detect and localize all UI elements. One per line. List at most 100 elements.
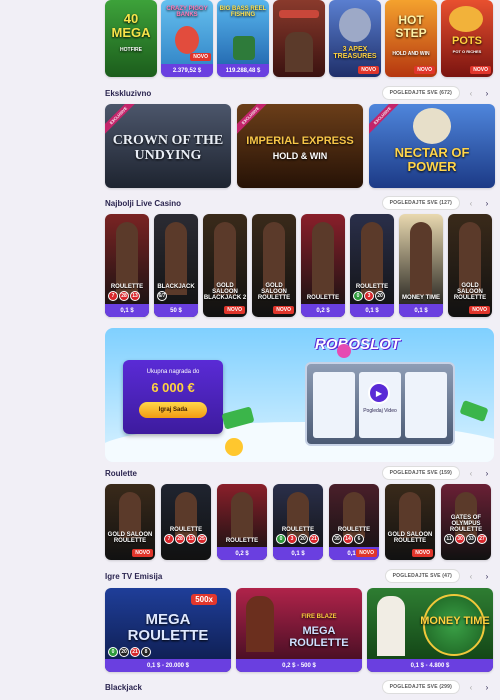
game-tile[interactable] bbox=[273, 0, 325, 77]
result-chip: 14 bbox=[343, 534, 353, 544]
chevron-left-icon[interactable]: ‹ bbox=[466, 683, 476, 692]
chevron-left-icon[interactable]: ‹ bbox=[466, 89, 476, 98]
result-chip: 0 bbox=[353, 291, 363, 301]
result-chip: 20 bbox=[119, 647, 129, 657]
game-label: GOLD SALOON BLACKJACK 2 bbox=[203, 283, 247, 301]
live-game-tile[interactable]: GOLD SALOON ROULETTE NOVO bbox=[105, 484, 155, 560]
section-header-tv: Igre TV Emisija POGLEDAJTE SVE (47) ‹ › bbox=[105, 569, 492, 583]
game-label: ROULETTE bbox=[281, 527, 315, 533]
results-strip: 7 28 13 25 bbox=[164, 534, 207, 544]
chevron-right-icon[interactable]: › bbox=[482, 199, 492, 208]
live-game-tile[interactable]: ROULETTE 0,2 $ bbox=[301, 214, 345, 317]
new-badge: NOVO bbox=[469, 306, 490, 314]
see-all-button[interactable]: POGLEDAJTE SVE (299) bbox=[381, 680, 460, 694]
game-tile[interactable]: 40 MEGA HOTFIRE bbox=[105, 0, 157, 77]
result-chip: 8 bbox=[141, 647, 151, 657]
game-label: GOLD SALOON ROULETTE bbox=[257, 283, 291, 301]
chevron-right-icon[interactable]: › bbox=[482, 683, 492, 692]
game-title: BIG BASS REEL FISHING bbox=[219, 6, 267, 19]
game-subtitle: POT O RICHES bbox=[452, 49, 482, 54]
game-label: BLACKJACK bbox=[157, 284, 195, 290]
game-tile[interactable]: EXCLUSIVE IMPERIAL EXPRESS HOLD & WIN bbox=[237, 104, 363, 188]
live-game-tile[interactable]: ROULETTE 7 28 13 0,1 $ bbox=[105, 214, 149, 317]
live-game-tile[interactable]: ROULETTE 35 14 6 0,1 $ NOVO bbox=[329, 484, 379, 560]
exclusive-ribbon: EXCLUSIVE bbox=[369, 104, 403, 136]
game-tile[interactable]: EXCLUSIVE NECTAR OF POWER bbox=[369, 104, 495, 188]
reel-3 bbox=[405, 372, 447, 438]
play-video-icon[interactable]: ▶ bbox=[368, 382, 390, 404]
new-badge: NOVO bbox=[414, 66, 435, 74]
game-label: GOLD SALOON ROULETTE bbox=[107, 532, 153, 544]
prize-label: Ukupna nagrada do bbox=[146, 369, 200, 375]
live-game-tile[interactable]: GATES OF OLYMPUS ROULETTE 11 30 33 27 bbox=[441, 484, 491, 560]
chevron-right-icon[interactable]: › bbox=[482, 572, 492, 581]
min-bet: 50 $ bbox=[154, 304, 198, 317]
min-bet: 0,1 $ bbox=[350, 304, 394, 317]
game-tile[interactable]: 3 APEX TREASURES NOVO bbox=[329, 0, 381, 77]
live-game-tile[interactable]: MONEY TIME 0,1 $ bbox=[399, 214, 443, 317]
tv-shows-row: 500x MEGA ROULETTE 0 20 21 8 0,1 $ - 20.… bbox=[105, 588, 493, 672]
section-header-exclusive: Ekskluzivno POGLEDAJTE SVE (672) ‹ › bbox=[105, 86, 492, 100]
game-tile[interactable]: FIRE BLAZE MEGA ROULETTE 0,2 $ - 500 $ bbox=[236, 588, 362, 672]
result-chip: 25 bbox=[197, 534, 207, 544]
jackpot-value: 119.288,48 $ bbox=[217, 64, 269, 77]
game-label: MONEY TIME bbox=[402, 295, 440, 301]
game-title: NECTAR OF POWER bbox=[394, 145, 470, 174]
exclusive-row: EXCLUSIVE CROWN OF THE UNDYING EXCLUSIVE… bbox=[105, 104, 495, 188]
result-chip: 6 bbox=[354, 534, 364, 544]
result-chip: 3 bbox=[364, 291, 374, 301]
live-game-tile[interactable]: GOLD SALOON ROULETTE NOVO bbox=[252, 214, 296, 317]
character-art bbox=[233, 36, 255, 60]
see-all-button[interactable]: POGLEDAJTE SVE (672) bbox=[381, 86, 460, 100]
game-tile[interactable]: BIG BASS REEL FISHING 119.288,48 $ bbox=[217, 0, 269, 77]
live-game-tile[interactable]: BLACKJACK 6/7 50 $ bbox=[154, 214, 198, 317]
game-label: GOLD SALOON ROULETTE bbox=[387, 532, 433, 544]
live-game-tile[interactable]: ROULETTE 7 28 13 25 bbox=[161, 484, 211, 560]
game-tile[interactable]: CRAZY PIGGY BANKS NOVO 2.379,52 $ bbox=[161, 0, 213, 77]
min-bet: 0,1 $ bbox=[273, 547, 323, 560]
cash-art bbox=[459, 399, 489, 423]
chevron-right-icon[interactable]: › bbox=[482, 469, 492, 478]
play-now-button[interactable]: Igraj Sada bbox=[139, 402, 207, 418]
live-game-tile[interactable]: GOLD SALOON ROULETTE NOVO bbox=[385, 484, 435, 560]
live-game-tile[interactable]: ROULETTE 0 3 20 0,1 $ bbox=[350, 214, 394, 317]
game-label: ROULETTE bbox=[355, 284, 389, 290]
watch-video-label[interactable]: Pogledaj Video bbox=[353, 408, 407, 414]
bet-range: 0,2 $ - 500 $ bbox=[236, 659, 362, 672]
result-chip: 27 bbox=[477, 534, 487, 544]
min-bet: 0,1 $ bbox=[105, 304, 149, 317]
live-game-tile[interactable]: ROULETTE 0 3 20 21 0,1 $ bbox=[273, 484, 323, 560]
prize-value: 6 000 € bbox=[151, 380, 195, 395]
new-badge: NOVO bbox=[470, 66, 491, 74]
reel-1 bbox=[313, 372, 355, 438]
exclusive-ribbon: EXCLUSIVE bbox=[105, 104, 139, 136]
section-header-live: Najbolji Live Casino POGLEDAJTE SVE (127… bbox=[105, 196, 492, 210]
section-title: Igre TV Emisija bbox=[105, 571, 163, 581]
game-tile[interactable]: EXCLUSIVE CROWN OF THE UNDYING bbox=[105, 104, 231, 188]
logo-art bbox=[279, 10, 319, 18]
dragon-art bbox=[449, 6, 483, 32]
dealer-art bbox=[246, 596, 274, 652]
min-bet: 0,1 $ bbox=[399, 304, 443, 317]
result-chip: 7 bbox=[108, 291, 118, 301]
game-tile[interactable]: 500x MEGA ROULETTE 0 20 21 8 0,1 $ - 20.… bbox=[105, 588, 231, 672]
chevron-left-icon[interactable]: ‹ bbox=[466, 199, 476, 208]
game-tile[interactable]: HOT STEP HOLD AND WIN NOVO bbox=[385, 0, 437, 77]
live-game-tile[interactable]: ROULETTE 0,2 $ bbox=[217, 484, 267, 560]
see-all-button[interactable]: POGLEDAJTE SVE (159) bbox=[381, 466, 460, 480]
see-all-button[interactable]: POGLEDAJTE SVE (127) bbox=[381, 196, 460, 210]
promo-banner[interactable]: Ukupna nagrada do 6 000 € Igraj Sada ROB… bbox=[105, 328, 494, 462]
live-game-tile[interactable]: GOLD SALOON BLACKJACK 2 NOVO bbox=[203, 214, 247, 317]
new-badge: NOVO bbox=[190, 53, 211, 61]
page: 40 MEGA HOTFIRE CRAZY PIGGY BANKS NOVO 2… bbox=[0, 0, 500, 700]
game-subtitle: FIRE BLAZE bbox=[301, 614, 337, 620]
game-tile[interactable]: POTS POT O RICHES NOVO bbox=[441, 0, 493, 77]
result-chip: 6/7 bbox=[157, 291, 167, 301]
game-tile[interactable]: MONEY TIME 0,1 $ - 4.800 $ bbox=[367, 588, 493, 672]
result-chip: 21 bbox=[130, 647, 140, 657]
see-all-button[interactable]: POGLEDAJTE SVE (47) bbox=[384, 569, 460, 583]
chevron-left-icon[interactable]: ‹ bbox=[466, 469, 476, 478]
chevron-left-icon[interactable]: ‹ bbox=[466, 572, 476, 581]
chevron-right-icon[interactable]: › bbox=[482, 89, 492, 98]
live-game-tile[interactable]: GOLD SALOON ROULETTE NOVO bbox=[448, 214, 492, 317]
